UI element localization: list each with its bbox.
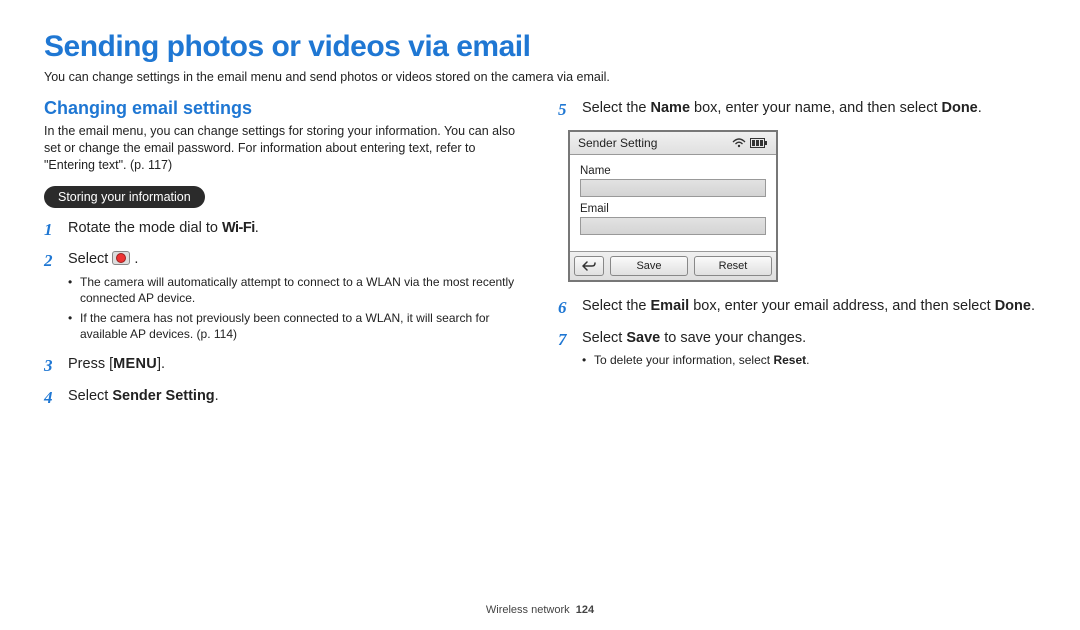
step-number: 5	[558, 98, 572, 122]
step-text: box, enter your email address, and then …	[689, 298, 994, 314]
right-column: 5 Select the Name box, enter your name, …	[558, 98, 1036, 418]
step-bold: Done	[942, 100, 978, 116]
step-2: 2 Select . The camera will automatically…	[44, 249, 522, 346]
step-number: 2	[44, 249, 58, 346]
step-bold: Done	[995, 298, 1031, 314]
step-text: Select the	[582, 100, 651, 116]
step-bold: Sender Setting	[112, 388, 214, 404]
menu-button-chip: MENU	[113, 356, 157, 372]
step-text: Select the	[582, 298, 651, 314]
name-input[interactable]	[580, 179, 766, 197]
email-input[interactable]	[580, 217, 766, 235]
step-3: 3 Press [MENU].	[44, 354, 522, 378]
step-number: 4	[44, 386, 58, 410]
screen-title: Sender Setting	[578, 136, 728, 150]
wifi-icon	[732, 138, 746, 148]
page-title: Sending photos or videos via email	[44, 30, 1036, 64]
step-bullet: If the camera has not previously been co…	[68, 310, 522, 342]
step-text: Select	[582, 330, 626, 346]
battery-icon	[750, 138, 768, 148]
step-text: .	[978, 100, 982, 116]
camera-screen: Sender Setting Name Email	[568, 130, 778, 282]
subsection-pill: Storing your information	[44, 186, 205, 208]
left-column: Changing email settings In the email men…	[44, 98, 522, 418]
step-bullet: The camera will automatically attempt to…	[68, 274, 522, 306]
save-button[interactable]: Save	[610, 256, 688, 276]
email-label: Email	[580, 203, 766, 215]
name-label: Name	[580, 165, 766, 177]
step-7: 7 Select Save to save your changes. To d…	[558, 328, 1036, 372]
step-text: .	[255, 220, 259, 236]
step-text: .	[215, 388, 219, 404]
step-text: box, enter your name, and then select	[690, 100, 941, 116]
step-text: ].	[157, 356, 165, 372]
step-number: 6	[558, 296, 572, 320]
reset-button[interactable]: Reset	[694, 256, 772, 276]
step-text: to save your changes.	[660, 330, 806, 346]
step-text: .	[1031, 298, 1035, 314]
step-bold: Name	[651, 100, 691, 116]
step-text: Select	[68, 251, 112, 267]
step-number: 1	[44, 218, 58, 242]
intro-text: You can change settings in the email men…	[44, 70, 1036, 84]
step-bullet: To delete your information, select Reset…	[582, 352, 1036, 368]
step-number: 3	[44, 354, 58, 378]
step-6: 6 Select the Email box, enter your email…	[558, 296, 1036, 320]
step-text: .	[134, 251, 138, 267]
back-button[interactable]	[574, 256, 604, 276]
page-footer: Wireless network 124	[0, 604, 1080, 616]
section-paragraph: In the email menu, you can change settin…	[44, 123, 522, 174]
step-bold: Email	[651, 298, 690, 314]
step-text: Select	[68, 388, 112, 404]
screen-titlebar: Sender Setting	[570, 132, 776, 155]
back-arrow-icon	[582, 261, 596, 271]
wifi-chip: Wi-Fi	[222, 218, 255, 238]
step-text: Press [	[68, 356, 113, 372]
step-bullet-bold: Reset	[773, 353, 806, 367]
page-number: 124	[576, 604, 594, 616]
step-4: 4 Select Sender Setting.	[44, 386, 522, 410]
email-app-icon	[112, 251, 130, 265]
step-number: 7	[558, 328, 572, 372]
step-1: 1 Rotate the mode dial to Wi-Fi.	[44, 218, 522, 242]
step-bold: Save	[626, 330, 660, 346]
footer-section: Wireless network	[486, 604, 570, 616]
step-5: 5 Select the Name box, enter your name, …	[558, 98, 1036, 122]
section-heading: Changing email settings	[44, 98, 522, 119]
step-text: Rotate the mode dial to	[68, 220, 222, 236]
